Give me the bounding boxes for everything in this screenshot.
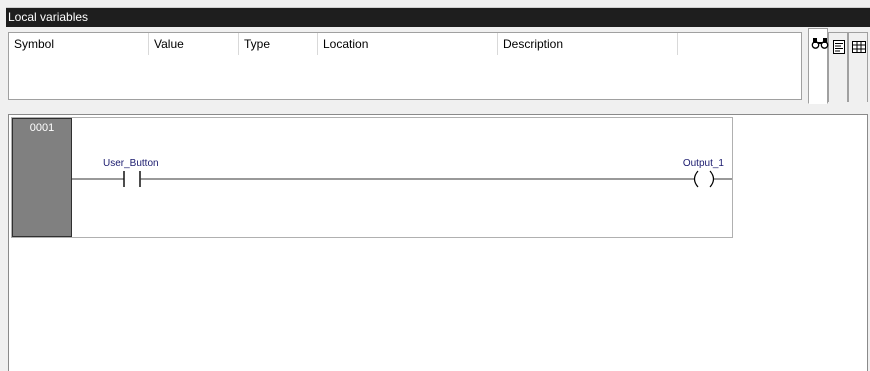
- contact-user-button[interactable]: User_Button: [103, 158, 159, 187]
- column-header-type[interactable]: Type: [239, 33, 318, 55]
- network-number: 0001: [29, 122, 55, 134]
- text-view-icon: [833, 40, 845, 54]
- local-variables-title-bar: Local variables: [6, 7, 870, 27]
- tab-grid-view[interactable]: [848, 32, 868, 102]
- ladder-editor[interactable]: 0001 User_Button Output_1: [8, 114, 868, 371]
- column-header-description[interactable]: Description: [498, 33, 678, 55]
- network-number-box[interactable]: 0001: [12, 118, 72, 237]
- view-tabs: [808, 28, 870, 104]
- coil-symbol-label: Output_1: [683, 158, 725, 169]
- rung: User_Button Output_1: [72, 158, 732, 188]
- table-header: Symbol Value Type Location Description: [9, 33, 801, 55]
- window-title: Local variables: [8, 10, 89, 24]
- column-header-symbol[interactable]: Symbol: [9, 33, 149, 55]
- grid-view-icon: [852, 41, 866, 53]
- ladder-network[interactable]: 0001 User_Button Output_1: [11, 117, 733, 238]
- local-variables-table[interactable]: Symbol Value Type Location Description: [8, 32, 802, 100]
- column-header-location[interactable]: Location: [318, 33, 498, 55]
- tab-text-view[interactable]: [828, 32, 848, 102]
- tab-binoculars-view[interactable]: [808, 28, 829, 104]
- contact-symbol-label: User_Button: [103, 158, 159, 169]
- binoculars-icon: [811, 38, 829, 49]
- coil-output-1[interactable]: Output_1: [683, 158, 725, 188]
- column-header-value[interactable]: Value: [149, 33, 239, 55]
